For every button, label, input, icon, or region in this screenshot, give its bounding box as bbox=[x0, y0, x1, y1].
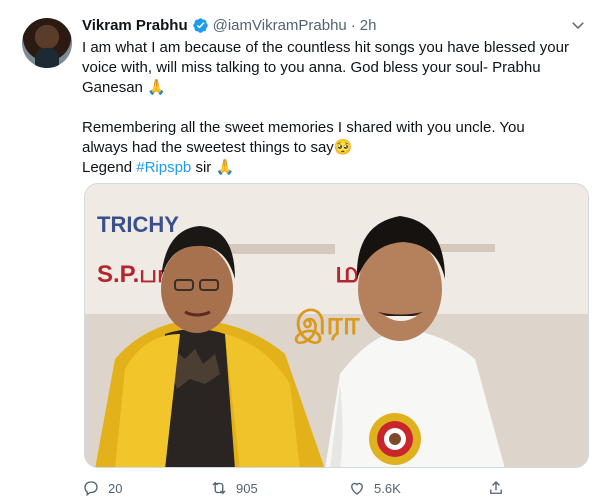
retweet-icon bbox=[212, 481, 226, 495]
tweet-line-2: Remembering all the sweet memories I sha… bbox=[82, 119, 525, 156]
banner-text-ira: இரா bbox=[294, 305, 361, 344]
retweet-count: 905 bbox=[236, 480, 258, 496]
banner-text-trichy: TRICHY bbox=[97, 212, 179, 237]
tweet-card[interactable]: Vikram Prabhu @iamVikramPrabhu · 2h I am… bbox=[0, 0, 600, 500]
folded-hands-emoji: 🙏 bbox=[147, 79, 166, 96]
pleading-face-emoji: 🥺 bbox=[333, 139, 353, 156]
chevron-down-icon[interactable] bbox=[569, 16, 587, 34]
like-button[interactable]: 5.6K bbox=[348, 479, 401, 497]
tweet-line-3-prefix: Legend bbox=[82, 159, 137, 176]
folded-hands-emoji-2: 🙏 bbox=[215, 159, 235, 176]
retweet-button[interactable]: 905 bbox=[210, 479, 258, 497]
tweet-paragraph-3: Legend #Ripspb sir 🙏 bbox=[82, 158, 574, 178]
avatar[interactable] bbox=[22, 18, 72, 68]
reply-icon bbox=[84, 481, 98, 497]
author-handle[interactable]: @iamVikramPrabhu bbox=[213, 17, 347, 34]
tweet-header: Vikram Prabhu @iamVikramPrabhu · 2h bbox=[82, 14, 587, 36]
tweet-actions: 20 905 5.6K bbox=[82, 478, 522, 498]
tweet-text: I am what I am because of the countless … bbox=[82, 38, 574, 178]
tweet-timestamp[interactable]: 2h bbox=[360, 17, 377, 34]
tweet-paragraph-2: Remembering all the sweet memories I sha… bbox=[82, 118, 574, 158]
share-button[interactable] bbox=[487, 479, 513, 497]
author-name[interactable]: Vikram Prabhu bbox=[82, 17, 188, 34]
tweet-body: Vikram Prabhu @iamVikramPrabhu · 2h I am… bbox=[82, 14, 587, 178]
tweet-paragraph-1: I am what I am because of the countless … bbox=[82, 38, 574, 98]
reply-count: 20 bbox=[108, 480, 123, 496]
header-separator: · bbox=[350, 16, 356, 34]
tweet-photo[interactable]: TRICHY S.P.பால மணி இரா bbox=[84, 183, 589, 468]
hashtag-link[interactable]: #Ripspb bbox=[136, 159, 191, 176]
share-icon bbox=[490, 481, 502, 494]
verified-badge-icon bbox=[192, 17, 208, 33]
tweet-line-3-suffix: sir bbox=[191, 159, 216, 176]
photo-illustration: TRICHY S.P.பால மணி இரா bbox=[85, 184, 588, 467]
like-count: 5.6K bbox=[374, 480, 401, 496]
like-icon bbox=[351, 482, 363, 495]
reply-button[interactable]: 20 bbox=[82, 479, 122, 497]
